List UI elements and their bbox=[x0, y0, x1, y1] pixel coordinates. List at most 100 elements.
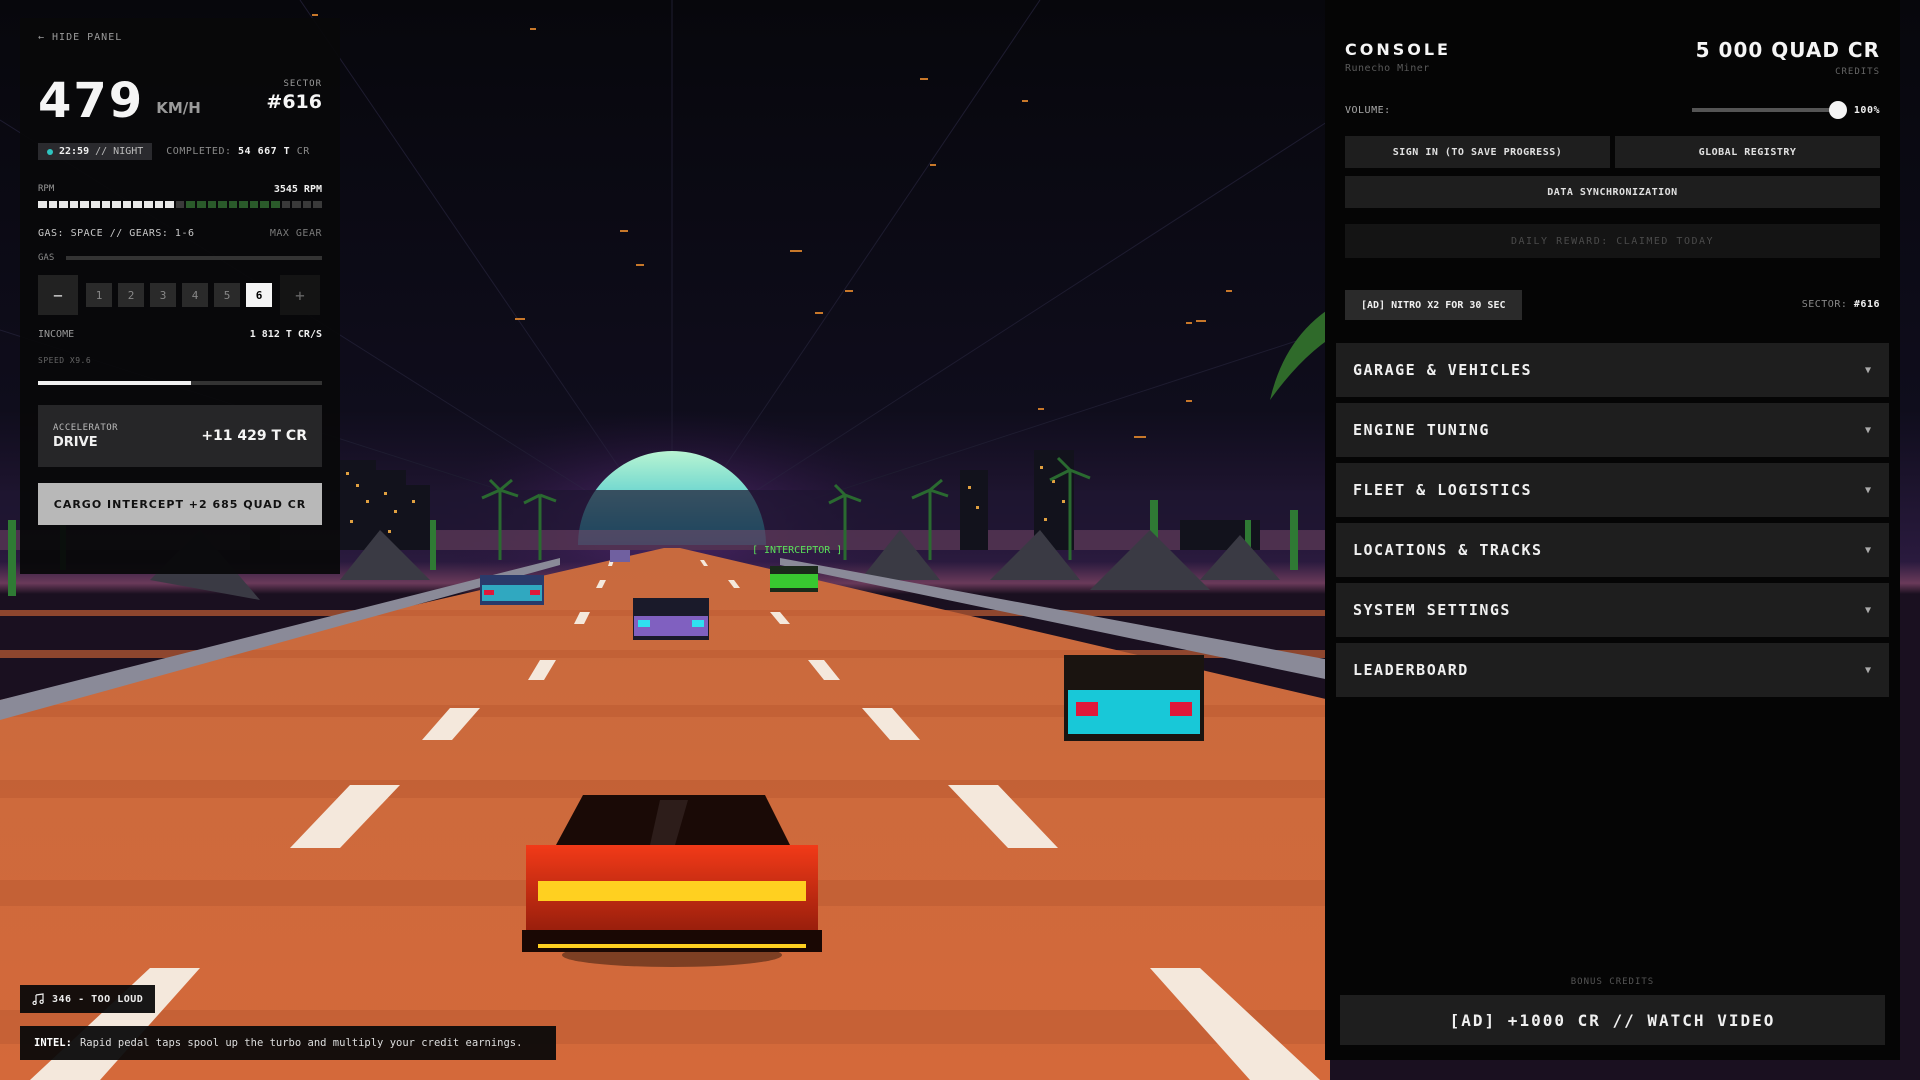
clock-time: 22:59 bbox=[59, 146, 90, 157]
volume-label: VOLUME: bbox=[1345, 104, 1391, 116]
data-sync-button[interactable]: DATA SYNCHRONIZATION bbox=[1345, 176, 1880, 208]
volume-slider[interactable] bbox=[1692, 108, 1832, 112]
daily-reward-button: DAILY REWARD: CLAIMED TODAY bbox=[1345, 224, 1880, 258]
gear-list: 123456 bbox=[86, 283, 272, 307]
music-badge[interactable]: 346 - TOO LOUD bbox=[20, 985, 156, 1013]
nitro-ad-button[interactable]: [AD] NITRO X2 FOR 30 SEC bbox=[1345, 290, 1522, 320]
sign-in-button[interactable]: SIGN IN (TO SAVE PROGRESS) bbox=[1345, 136, 1610, 168]
section-garage-vehicles[interactable]: GARAGE & VEHICLES ▼ bbox=[1336, 343, 1889, 397]
completed-label: COMPLETED: bbox=[166, 146, 232, 157]
console-title: CONSOLE bbox=[1345, 40, 1451, 59]
speed-multiplier-bar bbox=[38, 381, 322, 385]
rpm-segment bbox=[175, 201, 185, 208]
gear-down-button[interactable]: − bbox=[38, 275, 78, 315]
gear-up-button[interactable]: + bbox=[280, 275, 320, 315]
accelerator-button[interactable]: ACCELERATOR DRIVE +11 429 T CR bbox=[38, 405, 322, 467]
rpm-segment bbox=[48, 201, 58, 208]
rpm-segment bbox=[281, 201, 291, 208]
income-label: INCOME bbox=[38, 329, 75, 340]
rpm-segment bbox=[112, 201, 121, 208]
section-label: FLEET & LOGISTICS bbox=[1353, 481, 1533, 499]
rpm-segment bbox=[143, 201, 153, 208]
rpm-segment bbox=[196, 201, 206, 208]
rpm-segment bbox=[122, 201, 132, 208]
section-locations-tracks[interactable]: LOCATIONS & TRACKS ▼ bbox=[1336, 523, 1889, 577]
gear-3-button[interactable]: 3 bbox=[150, 283, 176, 307]
rpm-bar bbox=[38, 201, 323, 208]
bonus-credits-label: BONUS CREDITS bbox=[1570, 977, 1655, 987]
rpm-value: 3545 RPM bbox=[273, 184, 322, 195]
speed-multiplier-label: SPEED X9.6 bbox=[38, 356, 92, 365]
gear-selector: − 123456 + bbox=[38, 275, 322, 315]
rpm-label: RPM bbox=[38, 184, 55, 194]
hide-panel-button[interactable]: ← HIDE PANEL bbox=[38, 32, 322, 43]
gas-label: GAS bbox=[38, 253, 55, 263]
credits-label: CREDITS bbox=[1835, 67, 1880, 77]
rpm-segment bbox=[69, 201, 79, 208]
volume-row: VOLUME: 100% bbox=[1345, 101, 1880, 119]
section-leaderboard[interactable]: LEADERBOARD ▼ bbox=[1336, 643, 1889, 697]
intel-tip: INTEL: Rapid pedal taps spool up the tur… bbox=[20, 1026, 556, 1060]
rpm-segment bbox=[90, 201, 100, 208]
chevron-down-icon: ▼ bbox=[1864, 544, 1871, 556]
chevron-down-icon: ▼ bbox=[1864, 424, 1871, 436]
intel-text: Rapid pedal taps spool up the turbo and … bbox=[79, 1037, 523, 1049]
completed-unit: CR bbox=[296, 146, 310, 157]
watch-video-button[interactable]: [AD] +1000 CR // WATCH VIDEO bbox=[1340, 995, 1885, 1045]
console-sector: SECTOR: #616 bbox=[1802, 299, 1880, 310]
section-fleet-logistics[interactable]: FLEET & LOGISTICS ▼ bbox=[1336, 463, 1889, 517]
traffic-car-purple bbox=[633, 598, 709, 640]
clock-badge: 22:59 // NIGHT bbox=[38, 143, 153, 160]
rpm-segment bbox=[218, 201, 227, 208]
hud-panel: ← HIDE PANEL 479 KM/H SECTOR #616 22:59 … bbox=[20, 18, 340, 574]
gear-4-button[interactable]: 4 bbox=[182, 283, 208, 307]
rpm-segment bbox=[292, 201, 301, 208]
volume-slider-handle[interactable] bbox=[1829, 101, 1847, 119]
section-label: ENGINE TUNING bbox=[1353, 421, 1490, 439]
section-label: LOCATIONS & TRACKS bbox=[1353, 541, 1543, 559]
cargo-intercept-button[interactable]: CARGO INTERCEPT +2 685 QUAD CR bbox=[38, 483, 322, 525]
gear-6-button[interactable]: 6 bbox=[246, 283, 272, 307]
rpm-segment bbox=[271, 201, 280, 208]
gas-meter bbox=[66, 256, 322, 260]
traffic-car-cyan bbox=[1064, 655, 1204, 741]
console-sector-label: SECTOR: bbox=[1801, 299, 1848, 310]
gears-info: GAS: SPACE // GEARS: 1-6 bbox=[38, 228, 195, 239]
gear-1-button[interactable]: 1 bbox=[86, 283, 112, 307]
rpm-segment bbox=[133, 201, 142, 208]
chevron-down-icon: ▼ bbox=[1864, 364, 1871, 376]
rpm-segment bbox=[313, 201, 323, 208]
volume-value: 100% bbox=[1853, 104, 1880, 116]
income-value: 1 812 T CR/S bbox=[249, 329, 322, 340]
chevron-down-icon: ▼ bbox=[1864, 604, 1871, 616]
sector-value: #616 bbox=[266, 91, 322, 113]
global-registry-button[interactable]: GLOBAL REGISTRY bbox=[1615, 136, 1880, 168]
accelerator-name: DRIVE bbox=[53, 434, 98, 450]
console-panel: CONSOLE Runecho Miner 5 000 QUAD CR CRED… bbox=[1325, 0, 1900, 1060]
section-system-settings[interactable]: SYSTEM SETTINGS ▼ bbox=[1336, 583, 1889, 637]
rpm-segment bbox=[302, 201, 312, 208]
console-sector-value: #616 bbox=[1853, 299, 1880, 310]
income-row: INCOME 1 812 T CR/S bbox=[38, 329, 322, 340]
gear-5-button[interactable]: 5 bbox=[214, 283, 240, 307]
max-gear-label: MAX GEAR bbox=[269, 228, 322, 239]
chevron-down-icon: ▼ bbox=[1864, 484, 1871, 496]
gears-info-row: GAS: SPACE // GEARS: 1-6 MAX GEAR bbox=[38, 228, 322, 239]
night-indicator-icon bbox=[47, 148, 53, 155]
rpm-segment bbox=[80, 201, 89, 208]
rpm-segment bbox=[260, 201, 270, 208]
speedometer: 479 KM/H SECTOR #616 bbox=[38, 71, 322, 125]
rpm-segment bbox=[228, 201, 238, 208]
section-label: GARAGE & VEHICLES bbox=[1353, 361, 1533, 379]
rpm-segment bbox=[249, 201, 259, 208]
accelerator-value: +11 429 T CR bbox=[201, 428, 307, 444]
console-subtitle: Runecho Miner bbox=[1345, 63, 1430, 74]
gear-2-button[interactable]: 2 bbox=[118, 283, 144, 307]
intercept-tag: [ INTERCEPTOR ] bbox=[752, 545, 843, 556]
completed-stat: COMPLETED: 54 667 T CR bbox=[166, 146, 310, 157]
section-engine-tuning[interactable]: ENGINE TUNING ▼ bbox=[1336, 403, 1889, 457]
gas-row: GAS bbox=[38, 253, 322, 263]
traffic-car-blue bbox=[480, 575, 544, 605]
rpm-segment bbox=[207, 201, 217, 208]
speed-unit: KM/H bbox=[156, 99, 201, 117]
